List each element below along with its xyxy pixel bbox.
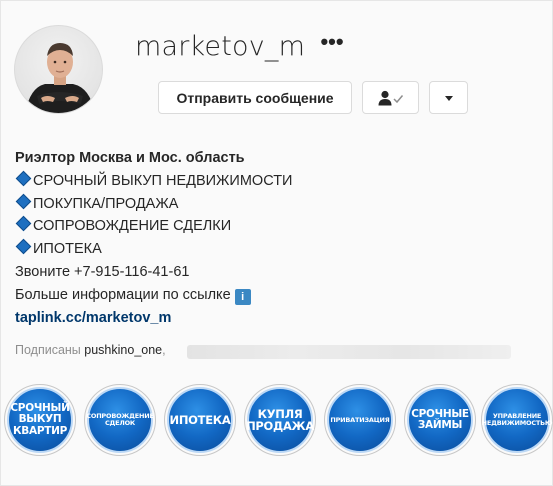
down-arrow-emoji-icon: i bbox=[234, 288, 251, 305]
highlight-item[interactable]: Срочный выкуп квартир bbox=[4, 384, 76, 456]
suggested-accounts-button[interactable] bbox=[429, 81, 468, 114]
highlight-label: Срочные займы bbox=[407, 387, 473, 453]
blue-diamond-icon bbox=[15, 238, 32, 255]
highlight-label: Сопровождение сделок bbox=[86, 387, 154, 453]
bio-external-link[interactable]: taplink.cc/marketov_m bbox=[15, 307, 535, 330]
bio-line: ПОКУПКА/ПРОДАЖА bbox=[15, 193, 535, 216]
highlight-label: Срочный выкуп квартир bbox=[7, 387, 73, 453]
bio-phone: Звоните +7-915-116-41-61 bbox=[15, 263, 190, 280]
highlight-item[interactable]: Купля продажа bbox=[244, 384, 316, 456]
profile-full-name: Риэлтор Москва и Мос. область bbox=[15, 150, 245, 166]
avatar-photo bbox=[25, 43, 95, 113]
highlight-item[interactable]: Сопровождение сделок bbox=[84, 384, 156, 456]
highlight-item[interactable]: Ипотека bbox=[164, 384, 236, 456]
highlight-label: Приватизация bbox=[327, 387, 393, 453]
bio-line: ИПОТЕКА bbox=[15, 238, 535, 261]
bio-line-text: СРОЧНЫЙ ВЫКУП НЕДВИЖИМОСТИ bbox=[33, 172, 293, 189]
person-check-icon bbox=[378, 90, 403, 105]
highlight-item[interactable]: Управление недвижимостью bbox=[481, 384, 553, 456]
bio-line-text: ПОКУПКА/ПРОДАЖА bbox=[33, 195, 179, 212]
bio-more-info: Больше информации по ссылке i bbox=[15, 284, 535, 307]
highlight-label: Управление недвижимостью bbox=[482, 387, 553, 453]
more-options-icon[interactable]: ••• bbox=[317, 31, 347, 55]
highlight-item[interactable]: Приватизация bbox=[324, 384, 396, 456]
highlight-label: Ипотека bbox=[167, 387, 233, 453]
bio-line: СРОЧНЫЙ ВЫКУП НЕДВИЖИМОСТИ bbox=[15, 170, 535, 193]
profile-bio: Риэлтор Москва и Мос. область СРОЧНЫЙ ВЫ… bbox=[15, 147, 535, 329]
blue-diamond-icon bbox=[15, 216, 32, 232]
blue-diamond-icon bbox=[15, 170, 32, 187]
bio-line-text: ИПОТЕКА bbox=[33, 241, 102, 258]
following-button[interactable] bbox=[362, 81, 419, 114]
profile-avatar[interactable] bbox=[14, 25, 103, 114]
bio-more-info-text: Больше информации по ссылке bbox=[15, 286, 231, 303]
followed-by-separator: , bbox=[162, 343, 166, 357]
bio-line: СОПРОВОЖДЕНИЕ СДЕЛКИ bbox=[15, 215, 535, 238]
profile-username: marketov_m bbox=[135, 31, 306, 62]
highlight-item[interactable]: Срочные займы bbox=[404, 384, 476, 456]
followed-by-redacted bbox=[187, 345, 511, 359]
send-message-button[interactable]: Отправить сообщение bbox=[158, 81, 352, 114]
bio-line-text: СОПРОВОЖДЕНИЕ СДЕЛКИ bbox=[33, 218, 232, 235]
caret-down-icon bbox=[444, 95, 453, 101]
highlight-label: Купля продажа bbox=[246, 387, 314, 453]
blue-diamond-icon bbox=[15, 193, 32, 209]
followed-by-user[interactable]: pushkino_one bbox=[84, 343, 162, 357]
followed-by: Подписаны pushkino_one, bbox=[15, 343, 166, 357]
followed-by-label: Подписаны bbox=[15, 343, 81, 357]
profile-page: marketov_m ••• Отправить сообщение Риэлт… bbox=[0, 0, 553, 486]
